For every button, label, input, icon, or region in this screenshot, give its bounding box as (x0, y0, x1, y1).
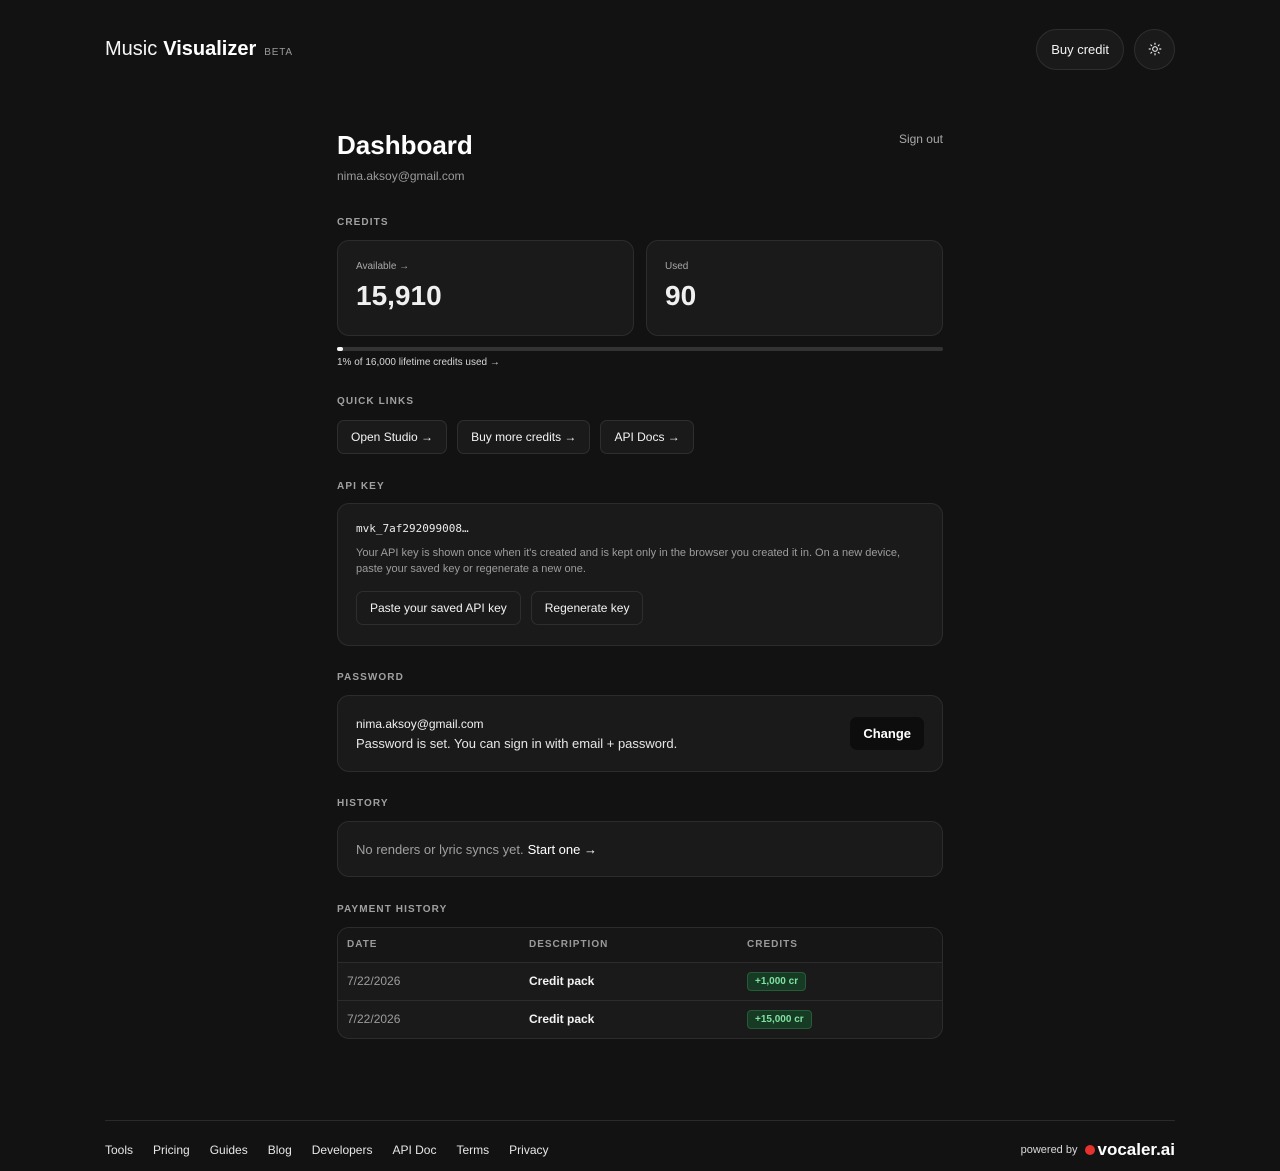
used-credits-card: Used 90 (646, 240, 943, 336)
row-credits-cell: +1,000 cr (738, 962, 942, 1001)
used-label: Used (665, 261, 689, 272)
history-empty-text: No renders or lyric syncs yet. (356, 841, 524, 857)
credit-cards: Available → 15,910 Used 90 (337, 240, 943, 336)
row-date: 7/22/2026 (347, 1012, 401, 1027)
credits-progress-bar (337, 347, 943, 351)
title-row: Dashboard Sign out (337, 128, 943, 162)
password-section-label: PASSWORD (337, 672, 404, 683)
table-row: 7/22/2026 Credit pack +15,000 cr (338, 1000, 942, 1038)
payment-history-table: DATE DESCRIPTION CREDITS 7/22/2026 Credi… (337, 927, 943, 1039)
available-value: 15,910 (356, 280, 442, 311)
brand-logo[interactable]: Music Visualizer BETA (105, 38, 293, 61)
page-title: Dashboard (337, 130, 473, 160)
password-status: Password is set. You can sign in with em… (356, 735, 678, 751)
api-key-panel: mvk_7af292099008… Your API key is shown … (337, 503, 943, 646)
available-label: Available → (356, 261, 410, 272)
vocaler-dot-icon (1085, 1145, 1096, 1155)
credits-badge: +15,000 cr (747, 1009, 812, 1029)
footer-link-api-doc[interactable]: API Doc (392, 1143, 436, 1157)
password-info: nima.aksoy@gmail.com Password is set. Yo… (356, 717, 677, 751)
user-email: nima.aksoy@gmail.com (337, 169, 465, 183)
row-description: Credit pack (529, 1012, 595, 1027)
password-panel: nima.aksoy@gmail.com Password is set. Yo… (337, 695, 943, 772)
vocaler-logo: vocaler.ai (1085, 1140, 1175, 1160)
footer-link-pricing[interactable]: Pricing (153, 1143, 190, 1157)
footer-link-guides[interactable]: Guides (210, 1143, 248, 1157)
password-email: nima.aksoy@gmail.com (356, 716, 484, 731)
powered-by-text: powered by (1020, 1144, 1078, 1156)
footer-link-terms[interactable]: Terms (456, 1143, 489, 1157)
header-actions: Buy credit (1036, 28, 1175, 70)
brand-name-bold: Visualizer (163, 37, 257, 60)
quick-links: Open Studio → Buy more credits → API Doc… (337, 420, 943, 454)
credits-progress-fill (337, 347, 344, 351)
credits-section-label: CREDITS (337, 217, 389, 228)
beta-badge: BETA (264, 46, 293, 58)
powered-by[interactable]: powered by vocaler.ai (1021, 1140, 1175, 1160)
available-credits-card[interactable]: Available → 15,910 (337, 240, 634, 336)
row-credits-cell: +15,000 cr (738, 1000, 942, 1038)
footer-link-developers[interactable]: Developers (312, 1143, 373, 1157)
dashboard-main: Dashboard Sign out nima.aksoy@gmail.com … (337, 128, 943, 1039)
history-section-label: HISTORY (337, 798, 389, 809)
sign-out-link[interactable]: Sign out (899, 132, 943, 146)
history-panel: No renders or lyric syncs yet. Start one… (337, 821, 943, 877)
buy-more-credits-button[interactable]: Buy more credits → (457, 420, 591, 454)
row-description: Credit pack (520, 962, 738, 1001)
credits-progress-text[interactable]: 1% of 16,000 lifetime credits used → (337, 357, 943, 368)
buy-credit-button[interactable]: Buy credit (1036, 28, 1124, 70)
open-studio-button[interactable]: Open Studio → (337, 420, 448, 454)
api-key-actions: Paste your saved API key Regenerate key (356, 591, 924, 625)
column-header-credits: CREDITS (738, 928, 942, 963)
footer-link-tools[interactable]: Tools (105, 1143, 133, 1157)
api-key-section-label: API KEY (337, 481, 385, 492)
table-row: 7/22/2026 Credit pack +1,000 cr (338, 962, 942, 1001)
footer-links: Tools Pricing Guides Blog Developers API… (105, 1143, 549, 1157)
paste-api-key-button[interactable]: Paste your saved API key (356, 591, 521, 625)
theme-toggle-button[interactable] (1134, 28, 1175, 70)
column-header-description: DESCRIPTION (520, 928, 738, 963)
footer-link-blog[interactable]: Blog (268, 1143, 292, 1157)
sun-icon (1148, 42, 1161, 56)
change-password-button[interactable]: Change (850, 717, 924, 750)
api-key-note: Your API key is shown once when it's cre… (356, 547, 901, 575)
api-docs-button[interactable]: API Docs → (600, 420, 694, 454)
api-key-value: mvk_7af292099008… (356, 522, 469, 535)
column-header-date: DATE (338, 928, 520, 963)
footer-divider (105, 1120, 1175, 1121)
used-value: 90 (665, 280, 697, 311)
row-date: 7/22/2026 (338, 962, 520, 1001)
footer-link-privacy[interactable]: Privacy (509, 1143, 548, 1157)
brand-name-light: Music (105, 37, 158, 60)
credits-badge: +1,000 cr (747, 971, 807, 991)
payment-history-section-label: PAYMENT HISTORY (337, 904, 448, 915)
top-bar: Music Visualizer BETA Buy credit (105, 28, 1175, 70)
quick-links-section-label: QUICK LINKS (337, 396, 415, 407)
regenerate-key-button[interactable]: Regenerate key (530, 591, 644, 625)
start-one-link[interactable]: Start one → (528, 842, 597, 857)
footer: Tools Pricing Guides Blog Developers API… (105, 1140, 1175, 1160)
vocaler-wordmark: vocaler.ai (1097, 1140, 1175, 1159)
table-header-row: DATE DESCRIPTION CREDITS (338, 928, 942, 963)
